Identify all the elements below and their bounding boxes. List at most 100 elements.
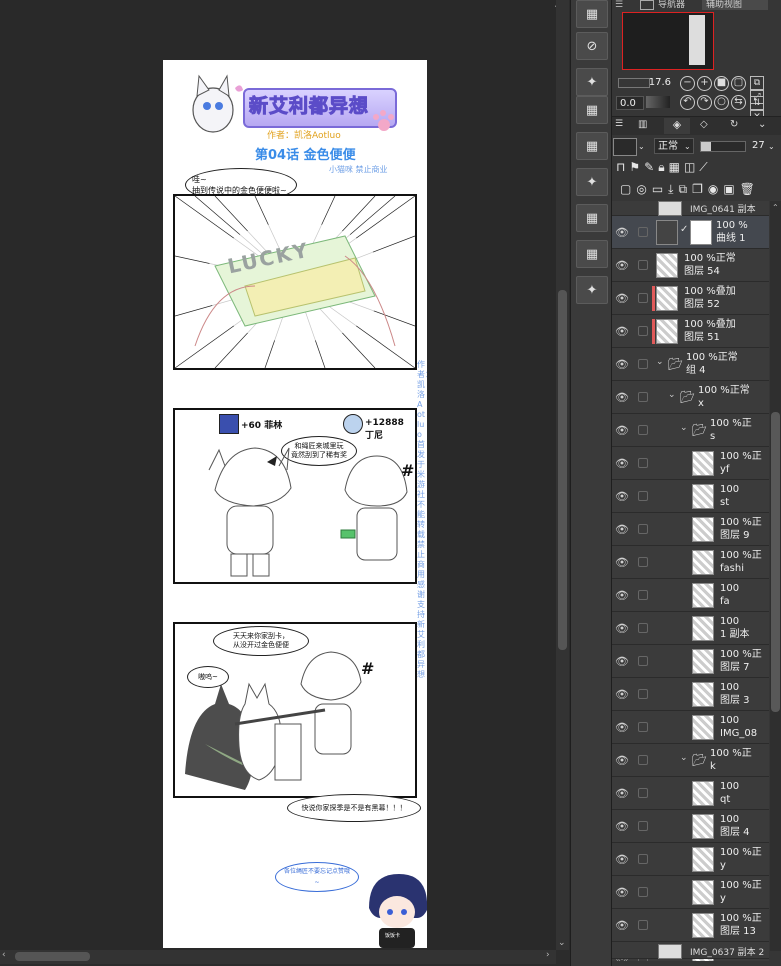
eye-icon[interactable]: 👁︎: [615, 424, 629, 437]
more-tab-icon[interactable]: ⌄: [758, 119, 766, 130]
layer-list-scroll-thumb[interactable]: [771, 412, 780, 712]
reset-rotation-icon[interactable]: ○: [714, 95, 729, 110]
layer-color-square-icon[interactable]: [613, 138, 637, 156]
layer-row[interactable]: 👁︎ 100 %正 fashi: [612, 546, 769, 579]
tab-sub-view[interactable]: 辅助视图: [702, 0, 768, 10]
layer-lock-toggle[interactable]: [638, 425, 648, 435]
tab-navigator[interactable]: 导航器: [658, 0, 685, 10]
eye-icon[interactable]: 👁︎: [615, 523, 629, 536]
layer-lock-toggle[interactable]: [638, 788, 648, 798]
history-tab-icon[interactable]: ↻: [730, 119, 738, 130]
grid-icon[interactable]: ▦: [576, 240, 608, 268]
chevron-down-icon[interactable]: ⌄: [680, 753, 688, 763]
flip-vertical-icon[interactable]: ⇅: [750, 96, 764, 110]
chevron-down-icon[interactable]: ⌄: [680, 423, 688, 433]
canvas-horizontal-scroll-thumb[interactable]: [15, 952, 90, 961]
star-icon[interactable]: ✦: [576, 168, 608, 196]
menu-icon[interactable]: ☰: [615, 119, 623, 129]
eye-icon[interactable]: 👁︎: [615, 457, 629, 470]
fit-icon[interactable]: ■: [714, 76, 729, 91]
scroll-down-arrow[interactable]: ⌄: [558, 938, 566, 948]
layer-row[interactable]: 👁︎ 100 %正常 图层 54: [612, 249, 769, 282]
zoom-in-icon[interactable]: +: [697, 76, 712, 91]
layer-row[interactable]: 👁︎ 100 fa: [612, 579, 769, 612]
eye-icon[interactable]: 👁︎: [615, 325, 629, 338]
draft-icon[interactable]: ✎: [644, 160, 658, 174]
layer-row[interactable]: 👁︎ 100 IMG_08: [612, 711, 769, 744]
opacity-slider[interactable]: [700, 141, 746, 152]
mask-icon[interactable]: ◫: [684, 160, 699, 174]
new-vector-layer-icon[interactable]: ◎: [636, 182, 651, 196]
eye-icon[interactable]: 👁︎: [615, 556, 629, 569]
ruler-icon[interactable]: ⟋: [699, 160, 711, 174]
new-raster-layer-icon[interactable]: ▢: [620, 182, 636, 196]
copy-layer-icon[interactable]: ❐: [692, 182, 708, 196]
layer-row[interactable]: 👁︎ 100 %正 y: [612, 843, 769, 876]
layer-lock-toggle[interactable]: [638, 326, 648, 336]
layer-row[interactable]: 👁︎ 100 qt: [612, 777, 769, 810]
eye-icon[interactable]: 👁︎: [615, 886, 629, 899]
rotation-slider[interactable]: [646, 96, 670, 108]
eye-icon[interactable]: 👁︎: [615, 391, 629, 404]
navigator-tab-icon[interactable]: [640, 0, 654, 10]
clip-icon[interactable]: ⊓: [616, 160, 629, 174]
eye-icon[interactable]: 👁︎: [615, 853, 629, 866]
layer-lock-toggle[interactable]: [638, 227, 648, 237]
layer-lock-toggle[interactable]: [638, 458, 648, 468]
grid-icon[interactable]: ▦: [576, 96, 608, 124]
rotation-value[interactable]: 0.0: [616, 96, 644, 110]
layer-lock-toggle[interactable]: [638, 557, 648, 567]
layer-row-partial-bottom[interactable]: IMG_0637 副本 2: [612, 944, 769, 959]
eye-icon[interactable]: 👁︎: [615, 490, 629, 503]
layer-row[interactable]: 👁︎ 100 %叠加 图层 51: [612, 315, 769, 348]
chevron-down-icon[interactable]: ⌄: [656, 357, 664, 367]
layer-lock-toggle[interactable]: [638, 854, 648, 864]
navigator-preview[interactable]: [622, 12, 714, 70]
layer-lock-toggle[interactable]: [638, 623, 648, 633]
layer-lock-toggle[interactable]: [638, 524, 648, 534]
mask-add-icon[interactable]: ◉: [708, 182, 723, 196]
layer-row[interactable]: 👁︎ 100 %正 图层 13: [612, 909, 769, 942]
comic-page[interactable]: 新艾利都异想 作者：凯洛Aotluo 第04话 金色便便 小猫咪 禁止商业 哇~…: [163, 60, 427, 948]
layer-lock-toggle[interactable]: [638, 359, 648, 369]
flip-horizontal-icon[interactable]: ⇆: [731, 95, 746, 110]
actual-size-icon[interactable]: ▢: [731, 76, 746, 91]
eye-icon[interactable]: 👁︎: [615, 820, 629, 833]
eye-icon[interactable]: 👁︎: [615, 787, 629, 800]
rotate-icon[interactable]: ⊘: [576, 32, 608, 60]
eye-icon[interactable]: 👁︎: [615, 622, 629, 635]
layer-row[interactable]: 👁︎ 100 %正 图层 7: [612, 645, 769, 678]
scroll-left-arrow[interactable]: ‹: [2, 950, 6, 960]
eye-icon[interactable]: 👁︎: [615, 655, 629, 668]
layer-lock-toggle[interactable]: [638, 920, 648, 930]
rotate-left-icon[interactable]: ↶: [680, 95, 695, 110]
layer-row[interactable]: 👁︎ 100 图层 4: [612, 810, 769, 843]
layers-tab-icon[interactable]: ◈: [664, 118, 690, 134]
layer-property-tab-icon[interactable]: ◇: [700, 119, 708, 130]
layer-row[interactable]: 👁︎ 100 st: [612, 480, 769, 513]
chevron-down-icon[interactable]: ⌄: [768, 142, 775, 151]
layer-folder-row[interactable]: 👁︎ ⌄ 📂︎ 100 %正常组 4: [612, 348, 769, 381]
layer-lock-toggle[interactable]: [638, 260, 648, 270]
layer-row[interactable]: 👁︎ 100 %叠加 图层 52: [612, 282, 769, 315]
scroll-up-arrow[interactable]: ⌃: [772, 203, 779, 212]
eye-icon[interactable]: 👁︎: [615, 721, 629, 734]
eye-icon[interactable]: 👁︎: [615, 754, 629, 767]
layer-lock-toggle[interactable]: [638, 590, 648, 600]
star-icon[interactable]: ✦: [576, 276, 608, 304]
grid-icon[interactable]: ▦: [576, 132, 608, 160]
layer-row[interactable]: 👁︎ 100 %正 yf: [612, 447, 769, 480]
eye-icon[interactable]: 👁︎: [615, 589, 629, 602]
lock-icon[interactable]: 🔒︎: [658, 160, 668, 174]
layer-row[interactable]: 👁︎ 100 图层 3: [612, 678, 769, 711]
layer-folder-row[interactable]: 👁︎ ⌄ 📂︎ 100 %正 k: [612, 744, 769, 777]
layer-lock-toggle[interactable]: [638, 689, 648, 699]
new-folder-icon[interactable]: ▭: [652, 182, 668, 196]
layer-lock-toggle[interactable]: [638, 293, 648, 303]
star-icon[interactable]: ✦: [576, 68, 608, 96]
reference-icon[interactable]: ⚑: [629, 160, 644, 174]
chevron-down-icon[interactable]: ⌄: [638, 142, 645, 151]
rotate-right-icon[interactable]: ↷: [697, 95, 712, 110]
layer-lock-toggle[interactable]: [638, 491, 648, 501]
eye-icon[interactable]: 👁︎: [615, 919, 629, 932]
